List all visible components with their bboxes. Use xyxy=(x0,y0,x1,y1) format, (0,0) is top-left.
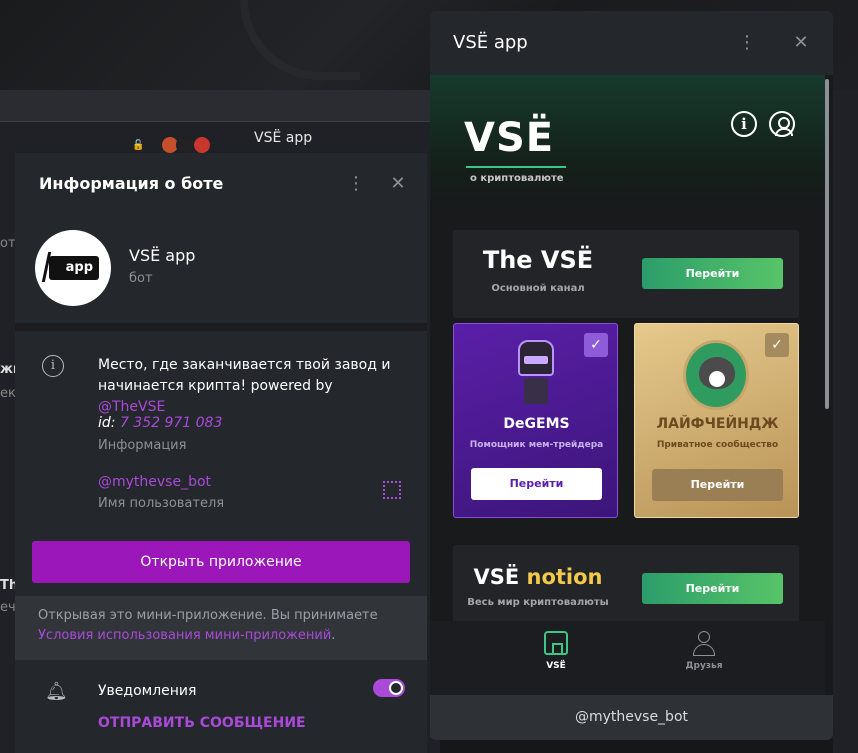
bot-type: бот xyxy=(129,271,153,286)
hero-banner: VSË о криптовалюте i xyxy=(430,75,825,205)
nav-label: VSË xyxy=(546,661,566,671)
cat-icon xyxy=(683,340,749,410)
bot-info-panel: Информация о боте ⋮ ✕ app VSË app бот i … xyxy=(15,153,427,753)
card-subtitle: Помощник мем-трейдера xyxy=(469,440,604,450)
more-vertical-icon[interactable]: ⋮ xyxy=(345,173,367,195)
friends-icon xyxy=(688,631,720,656)
terms-notice: Открывая это мини-приложение. Вы принима… xyxy=(15,596,427,660)
robot-icon xyxy=(514,336,558,406)
notion-card: VSË notion Весь мир криптовалюты Перейти xyxy=(453,545,799,633)
notion-title-b: notion xyxy=(526,565,603,589)
side-text: еч xyxy=(0,600,16,615)
nav-item-home[interactable]: VSË xyxy=(516,631,596,671)
bell-icon: 🔔︎ xyxy=(45,681,68,702)
id-label: Информация xyxy=(98,438,187,453)
bot-about-section: i Место, где заканчивается твой завод и … xyxy=(15,331,427,704)
terms-end: . xyxy=(331,628,336,643)
robot-body xyxy=(524,378,548,404)
qr-code-icon[interactable] xyxy=(383,481,401,499)
lock-icon: 🔓 xyxy=(132,140,145,151)
terms-link[interactable]: Условия использования мини-приложений xyxy=(38,628,331,643)
more-vertical-icon[interactable]: ⋮ xyxy=(736,32,758,54)
mini-app-body: VSË о криптовалюте i The VSË Основной ка… xyxy=(430,75,833,695)
nav-label: Друзья xyxy=(685,661,723,671)
notion-title-a: VSË xyxy=(473,565,527,589)
terms-text: Открывая это мини-приложение. Вы принима… xyxy=(38,608,378,623)
divider xyxy=(15,323,427,331)
card-title: ЛАЙФЧЕЙНДЖ xyxy=(656,416,779,432)
bot-profile: app VSË app бот xyxy=(15,213,427,323)
robot-visor xyxy=(524,356,548,364)
card-subtitle: Приватное сообщество xyxy=(656,440,779,450)
info-icon: i xyxy=(42,355,64,377)
cat-face xyxy=(699,357,735,389)
bottom-nav: VSË Друзья xyxy=(430,621,825,695)
info-icon[interactable]: i xyxy=(731,111,757,137)
chat-title: VSË app xyxy=(254,130,313,146)
close-icon[interactable]: ✕ xyxy=(387,173,409,195)
bot-description: Место, где заканчивается твой завод и на… xyxy=(98,355,398,418)
home-icon xyxy=(544,631,568,655)
profile-icon[interactable] xyxy=(769,111,795,137)
avatar: app xyxy=(35,230,111,306)
bot-username[interactable]: @mythevse_bot xyxy=(98,474,211,490)
go-button[interactable]: Перейти xyxy=(642,258,783,289)
open-app-button[interactable]: Открыть приложение xyxy=(32,541,410,583)
right-chat-edge xyxy=(833,90,858,753)
side-text: от xyxy=(0,236,16,251)
notifications-toggle[interactable] xyxy=(373,679,405,697)
hero-underline xyxy=(466,166,566,168)
chat-topbar xyxy=(0,90,440,122)
bot-id[interactable]: id: 7 352 971 083 xyxy=(98,415,222,431)
go-button[interactable]: Перейти xyxy=(642,573,783,604)
hero-logo: VSË xyxy=(464,115,555,161)
id-value: 7 352 971 083 xyxy=(119,415,223,431)
mini-app-title: VSË app xyxy=(453,32,528,53)
go-button[interactable]: Перейти xyxy=(471,468,602,500)
bot-name: VSË app xyxy=(129,246,196,265)
lifechange-card: ✓ ЛАЙФЧЕЙНДЖ Приватное сообщество Перейт… xyxy=(634,323,799,518)
mini-app-window: VSË app ⋮ ✕ VSË о криптовалюте i The VSË… xyxy=(430,11,833,740)
card-subtitle: Весь мир криптовалюты xyxy=(467,597,609,608)
toggle-knob xyxy=(389,681,403,695)
card-subtitle: Основной канал xyxy=(491,283,585,294)
degems-card: ✓ DeGEMS Помощник мем-трейдера Перейти xyxy=(453,323,618,518)
mini-app-footer: @mythevse_bot xyxy=(430,695,833,740)
panel-title: Информация о боте xyxy=(39,173,224,193)
send-message-button[interactable]: ОТПРАВИТЬ СООБЩЕНИЕ xyxy=(98,715,306,731)
id-prefix: id: xyxy=(98,415,120,431)
scrollbar[interactable] xyxy=(825,79,829,409)
username-label: Имя пользователя xyxy=(98,496,225,511)
go-button[interactable]: Перейти xyxy=(652,469,783,501)
mini-app-header: VSË app ⋮ ✕ xyxy=(430,11,833,75)
avatar-logo: app xyxy=(49,256,99,280)
check-icon[interactable]: ✓ xyxy=(584,333,608,357)
channel-card: The VSË Основной канал Перейти xyxy=(453,230,799,318)
card-title: The VSË xyxy=(482,246,594,274)
check-icon[interactable]: ✓ xyxy=(765,333,789,357)
notifications-label: Уведомления xyxy=(98,683,197,699)
card-title: VSË notion xyxy=(453,565,623,589)
close-icon[interactable]: ✕ xyxy=(790,32,812,54)
card-title: DeGEMS xyxy=(503,416,570,432)
panel-header: Информация о боте ⋮ ✕ xyxy=(15,153,427,213)
hero-subtitle: о криптовалюте xyxy=(470,173,564,184)
nav-item-friends[interactable]: Друзья xyxy=(664,631,744,671)
avatar xyxy=(192,135,212,155)
description-text: Место, где заканчивается твой завод и на… xyxy=(98,357,391,394)
description-link[interactable]: @TheVSE xyxy=(98,399,165,415)
